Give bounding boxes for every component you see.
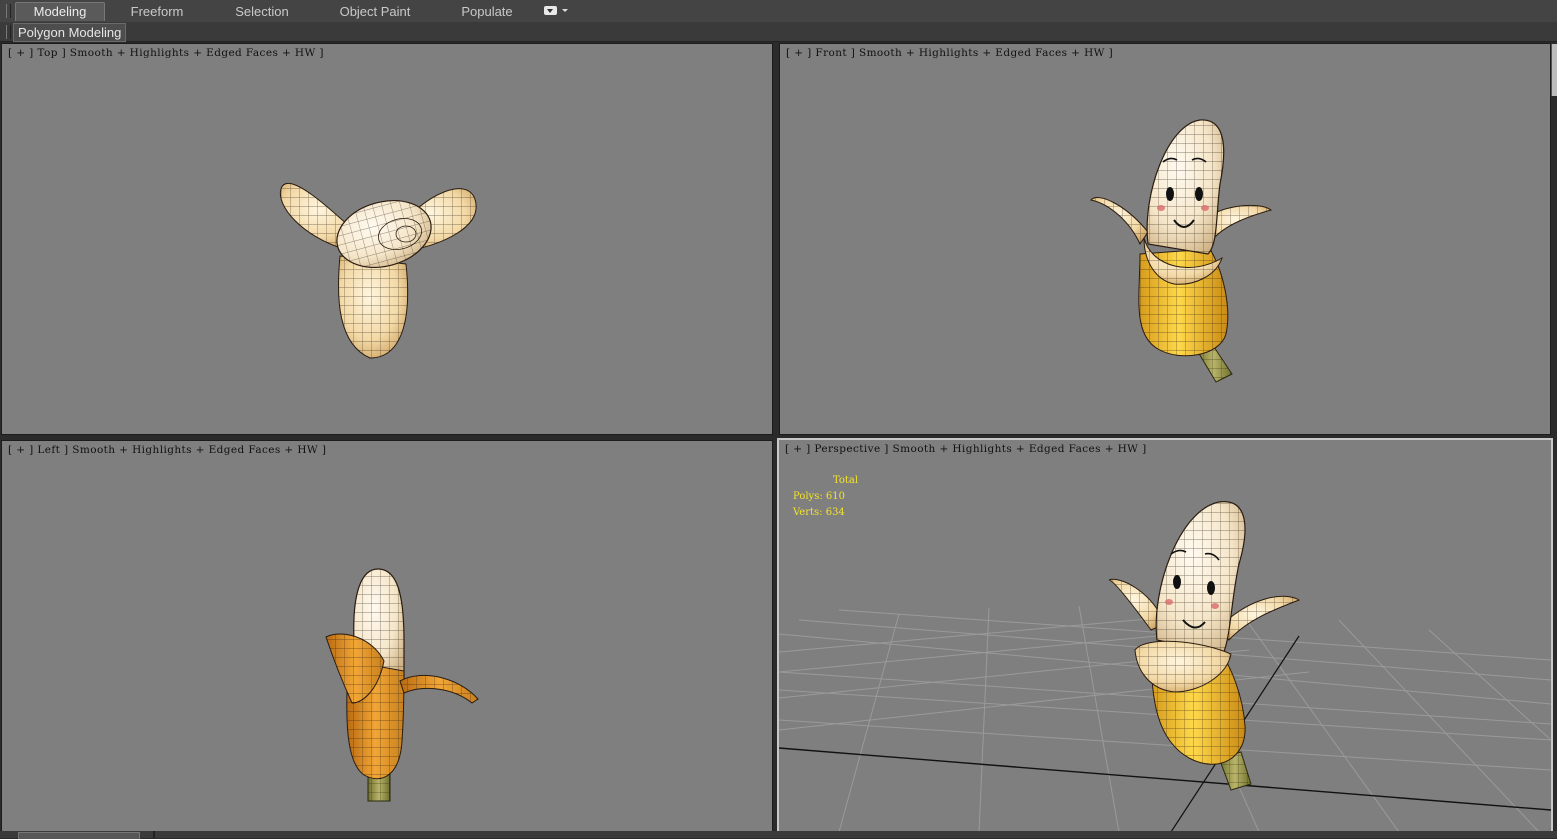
tab-polygon-modeling[interactable]: Polygon Modeling: [13, 23, 127, 42]
viewport-scrollbar[interactable]: [1551, 44, 1557, 96]
tab-object-paint[interactable]: Object Paint: [330, 3, 420, 21]
banana-model-top: [279, 182, 477, 359]
perspective-scene: [779, 501, 1551, 832]
viewport-left[interactable]: [ + ] Left ] Smooth + Highlights + Edged…: [1, 440, 773, 832]
tab-selection[interactable]: Selection: [222, 3, 302, 21]
tab-modeling[interactable]: Modeling: [15, 2, 105, 21]
dropdown-icon[interactable]: [544, 5, 570, 17]
ribbon-tab-bar: Modeling Freeform Selection Object Paint…: [0, 0, 1557, 23]
grip-icon[interactable]: [6, 4, 11, 18]
tab-freeform[interactable]: Freeform: [118, 3, 196, 21]
viewport-front[interactable]: [ + ] Front ] Smooth + Highlights + Edge…: [779, 43, 1551, 435]
tab-populate[interactable]: Populate: [450, 3, 524, 21]
viewport-top[interactable]: [ + ] Top ] Smooth + Highlights + Edged …: [1, 43, 773, 435]
bottom-status-strip: [0, 831, 1557, 839]
viewport-perspective[interactable]: [ + ] Perspective ] Smooth + Highlights …: [777, 438, 1553, 834]
banana-model-left: [325, 568, 479, 802]
divider: [153, 831, 155, 838]
grip-icon[interactable]: [6, 25, 11, 39]
eye-right: [1195, 187, 1203, 201]
banana-model-front: [1090, 119, 1273, 383]
eye-left: [1166, 187, 1174, 201]
ribbon-panel-bar: Polygon Modeling: [0, 22, 1557, 42]
